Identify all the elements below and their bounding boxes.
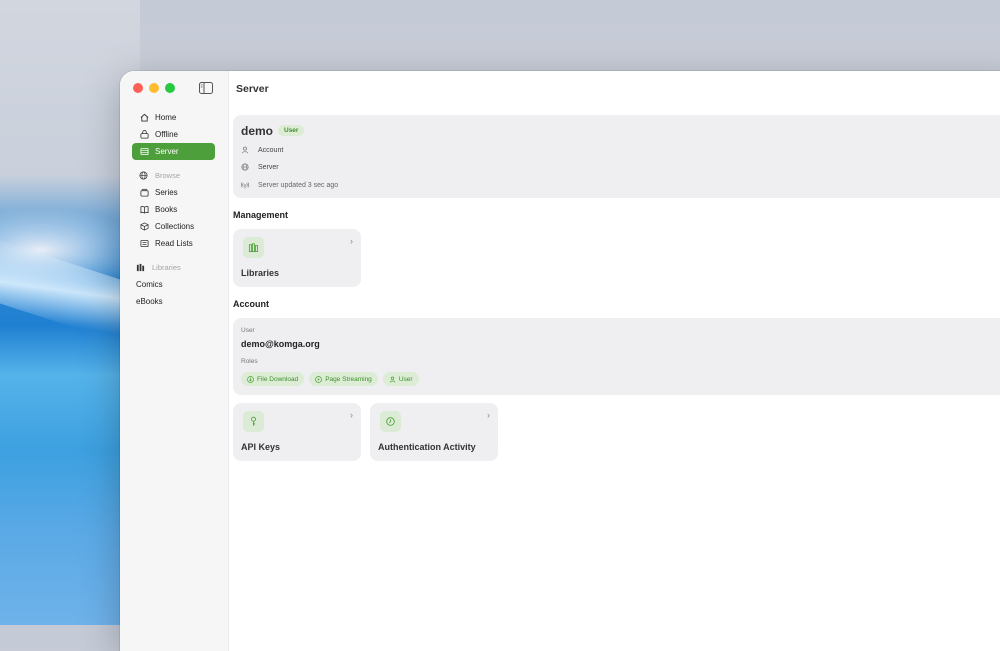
role-badge-file-download: File Download <box>241 372 305 386</box>
desktop-wallpaper <box>0 0 140 625</box>
sidebar-library-comics[interactable]: Comics <box>132 276 215 293</box>
list-icon <box>139 239 149 249</box>
offline-icon <box>139 130 149 140</box>
sidebar-item-label: Series <box>155 188 178 197</box>
sidebar-toggle-icon[interactable] <box>199 82 213 94</box>
user-label: User <box>241 327 255 334</box>
sidebar: Home Offline Server Browse Series Books … <box>120 71 229 651</box>
minimize-window-button[interactable] <box>149 83 159 93</box>
main-content: Server demo User Account Server Server u… <box>228 71 1000 651</box>
collections-icon <box>139 222 149 232</box>
zoom-window-button[interactable] <box>165 83 175 93</box>
sidebar-item-read-lists[interactable]: Read Lists <box>132 235 215 252</box>
chevron-right-icon: › <box>350 236 353 246</box>
person-icon <box>389 376 396 383</box>
sidebar-item-offline[interactable]: Offline <box>132 126 215 143</box>
server-info-card: demo User Account Server Server updated … <box>233 115 1000 198</box>
sidebar-item-books[interactable]: Books <box>132 201 215 218</box>
account-info-card: User demo@komga.org Roles File Download … <box>233 318 1000 395</box>
server-icon <box>139 147 149 157</box>
roles-label: Roles <box>241 358 258 365</box>
libraries-section-header: Libraries <box>132 259 215 276</box>
close-window-button[interactable] <box>133 83 143 93</box>
download-icon <box>247 375 254 383</box>
sidebar-item-home[interactable]: Home <box>132 109 215 126</box>
tile-label: Authentication Activity <box>378 442 476 452</box>
chevron-right-icon: › <box>350 410 353 420</box>
book-icon <box>139 205 149 215</box>
user-email: demo@komga.org <box>241 339 320 349</box>
chevron-right-icon: › <box>487 410 490 420</box>
page-title: Server <box>236 83 269 95</box>
key-icon <box>243 411 264 432</box>
roles-list: File Download Page Streaming User <box>241 372 419 386</box>
role-badge-page-streaming: Page Streaming <box>309 372 378 386</box>
app-window: Home Offline Server Browse Series Books … <box>120 71 1000 651</box>
play-icon <box>315 375 323 383</box>
authentication-activity-tile[interactable]: › Authentication Activity <box>370 403 498 461</box>
sidebar-item-label: Books <box>155 205 178 214</box>
libraries-icon <box>136 263 146 273</box>
sidebar-nav: Home Offline Server Browse Series Books … <box>132 109 215 310</box>
account-row[interactable]: Account <box>241 146 283 154</box>
server-row[interactable]: Server <box>241 163 279 171</box>
sidebar-item-server[interactable]: Server <box>132 143 215 160</box>
management-section-title: Management <box>233 210 289 220</box>
globe-icon <box>241 163 251 171</box>
username: demo <box>241 124 274 138</box>
server-status-text: Server updated 3 sec ago <box>258 181 339 189</box>
sidebar-item-label: Home <box>155 113 177 122</box>
window-controls <box>133 83 175 93</box>
sidebar-item-label: Offline <box>155 130 178 139</box>
libraries-icon <box>243 237 264 258</box>
sidebar-item-label: Collections <box>155 222 195 231</box>
house-icon <box>139 113 149 123</box>
libraries-tile[interactable]: › Libraries <box>233 229 361 287</box>
account-section-title: Account <box>233 299 269 309</box>
api-keys-tile[interactable]: › API Keys <box>233 403 361 461</box>
sidebar-item-label: Read Lists <box>155 239 193 248</box>
user-role-badge: User <box>278 125 305 136</box>
tile-label: Libraries <box>241 268 280 278</box>
server-status-row: Server updated 3 sec ago <box>241 181 338 189</box>
broadcast-icon <box>241 181 251 189</box>
browse-section-header: Browse <box>132 167 215 184</box>
series-icon <box>139 188 149 198</box>
role-badge-user: User <box>382 372 419 386</box>
clock-icon <box>380 411 401 432</box>
sidebar-item-label: Server <box>155 147 179 156</box>
tile-label: API Keys <box>241 442 281 452</box>
person-icon <box>241 146 251 154</box>
globe-icon <box>139 170 149 181</box>
sidebar-item-series[interactable]: Series <box>132 184 215 201</box>
sidebar-item-collections[interactable]: Collections <box>132 218 215 235</box>
sidebar-library-ebooks[interactable]: eBooks <box>132 293 215 310</box>
